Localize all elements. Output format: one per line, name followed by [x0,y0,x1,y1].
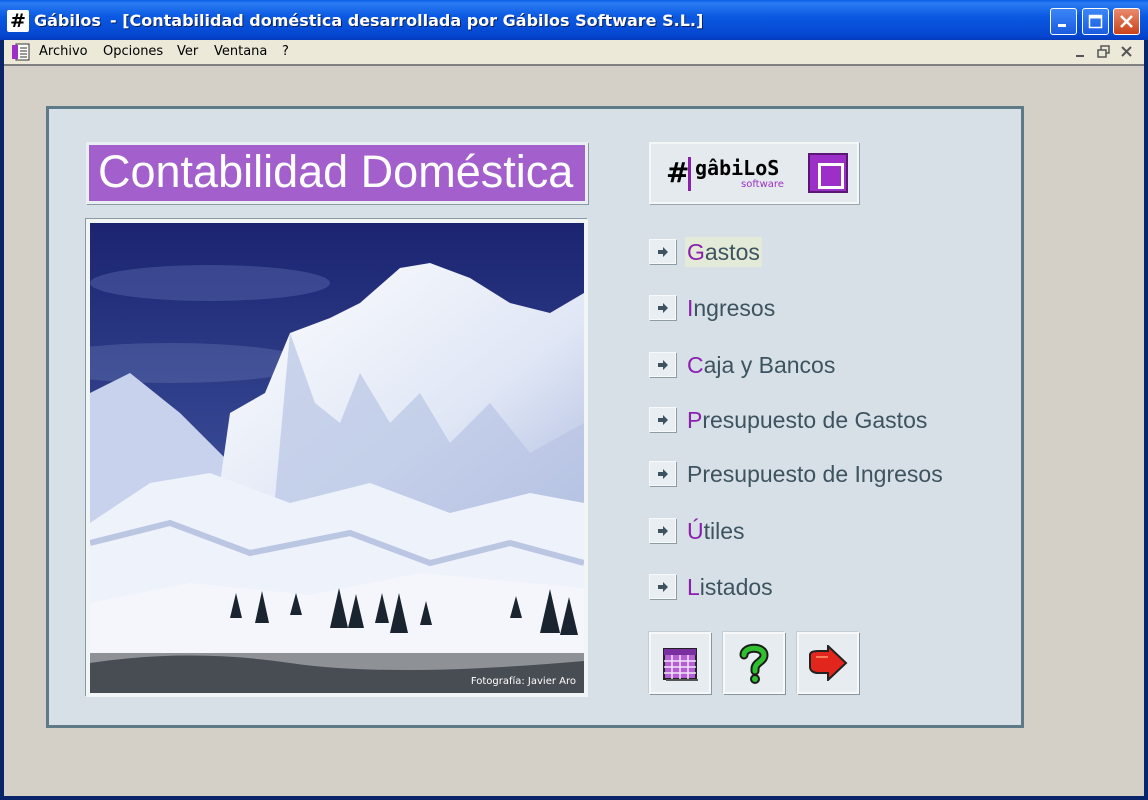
calendar-button[interactable] [649,632,711,694]
menu-ver[interactable]: Ver [177,44,198,59]
close-button[interactable] [1113,8,1140,35]
logo-divider [688,157,691,191]
nav-label-listados[interactable]: Listados [685,572,775,602]
nav-label-presupuesto-gastos[interactable]: Presupuesto de Gastos [685,405,929,435]
menu-opciones[interactable]: Opciones [103,44,163,59]
menu-archivo[interactable]: Archivo [39,44,88,59]
arrow-right-icon[interactable] [649,295,676,320]
app-icon[interactable]: # [7,10,29,32]
menu-bar: Archivo Opciones Ver Ventana ? [4,40,1144,64]
logo-subtitle: software [741,179,784,190]
child-close-icon[interactable] [1118,43,1136,61]
arrow-right-icon[interactable] [649,461,676,486]
title-bar[interactable]: # Gábilos - [Contabilidad doméstica desa… [0,0,1148,40]
logo-word: gâbiLoS [695,156,780,180]
nav-label-caja-y-bancos[interactable]: Caja y Bancos [685,350,837,380]
close-icon [1120,15,1133,28]
window-title: - [Contabilidad doméstica desarrollada p… [110,11,704,30]
app-name: Gábilos [34,11,101,30]
logo-mark-icon [808,153,848,193]
mountain-image [90,223,584,693]
mountain-photo: Fotografía: Javier Aro [86,219,588,697]
question-mark-icon [739,643,769,684]
child-minimize-icon[interactable] [1072,43,1090,61]
nav-label-utiles[interactable]: Útiles [685,516,747,546]
maximize-icon [1088,14,1103,29]
arrow-right-icon[interactable] [649,407,676,432]
menu-ventana[interactable]: Ventana [214,44,267,59]
mdi-client-area: Contabilidad Doméstica Fotografía: Javie… [4,64,1144,796]
child-restore-icon[interactable] [1095,43,1113,61]
menu-help[interactable]: ? [282,44,289,59]
nav-label-gastos[interactable]: Gastos [685,237,762,267]
arrow-right-icon[interactable] [649,518,676,543]
page-title: Contabilidad Doméstica [86,142,588,204]
calendar-icon [663,648,698,681]
arrow-right-icon[interactable] [649,239,676,264]
maximize-button[interactable] [1082,8,1109,35]
main-panel: Contabilidad Doméstica Fotografía: Javie… [46,106,1024,728]
minimize-button[interactable] [1050,8,1077,35]
gabilos-logo: # gâbiLoS software [649,142,859,204]
exit-button[interactable] [797,632,859,694]
arrow-right-icon[interactable] [649,352,676,377]
minimize-icon [1058,24,1066,27]
arrow-right-icon[interactable] [649,574,676,599]
nav-label-ingresos[interactable]: Ingresos [685,293,777,323]
help-button[interactable] [723,632,785,694]
nav-label-presupuesto-ingresos[interactable]: Presupuesto de Ingresos [685,459,945,489]
document-icon[interactable] [10,42,32,62]
photo-credit: Fotografía: Javier Aro [470,676,576,687]
logo-hash: # [666,156,690,189]
exit-arrow-icon [809,645,848,681]
